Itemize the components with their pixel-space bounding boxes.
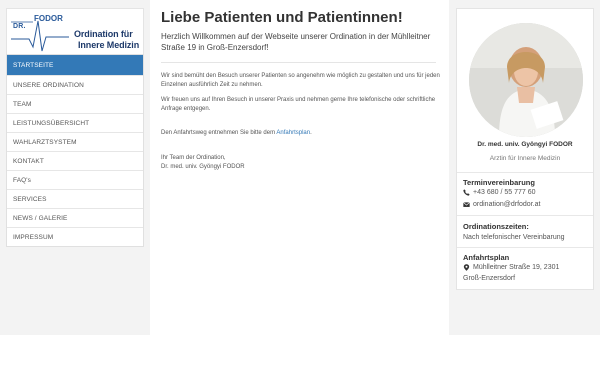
- map-marker-icon: [463, 264, 470, 271]
- address-street: Mühlleitner Straße 19, 2301: [473, 264, 560, 271]
- email-address: ordination@drfodor.at: [473, 201, 541, 208]
- paragraph-3-prefix: Den Anfahrtsweg entnehmen Sie bitte dem: [161, 130, 277, 136]
- logo-fodor: FODOR: [34, 14, 63, 23]
- sidebar-divider: [457, 215, 593, 216]
- paragraph-1: Wir sind bemüht den Besuch unserer Patie…: [161, 73, 440, 88]
- logo-dr: DR.: [13, 23, 26, 30]
- map-heading: Anfahrtsplan: [463, 253, 510, 262]
- hours-text: Nach telefonischer Vereinbarung: [463, 234, 565, 241]
- appointment-heading: Terminvereinbarung: [463, 178, 535, 187]
- nav-item-impressum[interactable]: IMPRESSUM: [7, 227, 143, 246]
- address-line-1[interactable]: Mühlleitner Straße 19, 2301: [463, 264, 559, 271]
- phone-line[interactable]: +43 680 / 55 777 60: [463, 189, 535, 196]
- logo[interactable]: DR. FODOR Ordination für Innere Medizin: [6, 8, 144, 54]
- page-title: Liebe Patienten und Patientinnen!: [161, 9, 403, 26]
- sidebar-divider: [457, 247, 593, 248]
- doctor-name: Dr. med. univ. Gyöngyi FODOR: [477, 141, 573, 148]
- phone-number: +43 680 / 55 777 60: [473, 189, 536, 196]
- divider: [161, 62, 436, 63]
- phone-icon: [463, 189, 470, 196]
- nav-item-unsere-ordination[interactable]: UNSERE ORDINATION: [7, 75, 143, 94]
- nav-item-news-galerie[interactable]: NEWS / GALERIE: [7, 208, 143, 227]
- nav-item-wahlarztsystem[interactable]: WAHLARZTSYSTEM: [7, 132, 143, 151]
- doctor-role: Arztin für Innere Medizin: [489, 155, 561, 162]
- nav-item-services[interactable]: SERVICES: [7, 189, 143, 208]
- signature: Ihr Team der Ordination, Dr. med. univ. …: [161, 154, 245, 172]
- email-line[interactable]: ordination@drfodor.at: [463, 201, 540, 208]
- left-sidebar: DR. FODOR Ordination für Innere Medizin …: [6, 8, 144, 247]
- hours-heading: Ordinationszeiten:: [463, 222, 529, 231]
- intro-text: Herzlich Willkommen auf der Webseite uns…: [161, 32, 431, 52]
- paragraph-3: Den Anfahrtsweg entnehmen Sie bitte dem …: [161, 129, 443, 138]
- signature-line-2: Dr. med. univ. Gyöngyi FODOR: [161, 164, 245, 170]
- logo-line1: Ordination für: [74, 29, 133, 39]
- address-line-2: Groß-Enzersdorf: [463, 275, 516, 282]
- doctor-photo: [469, 23, 583, 137]
- logo-line2: Innere Medizin: [78, 40, 140, 50]
- nav-item-kontakt[interactable]: KONTAKT: [7, 151, 143, 170]
- main-content: Liebe Patienten und Patientinnen! Herzli…: [150, 0, 449, 335]
- signature-line-1: Ihr Team der Ordination,: [161, 155, 226, 161]
- anfahrtsplan-link[interactable]: Anfahrtsplan: [276, 130, 310, 136]
- paragraph-3-suffix: .: [310, 130, 312, 136]
- envelope-icon: [463, 202, 470, 207]
- sidebar-divider: [457, 172, 593, 173]
- right-sidebar: Dr. med. univ. Gyöngyi FODOR Arztin für …: [456, 8, 594, 290]
- nav-item-team[interactable]: TEAM: [7, 94, 143, 113]
- nav-item-startseite[interactable]: STARTSEITE: [7, 55, 143, 75]
- nav-item-faqs[interactable]: FAQ's: [7, 170, 143, 189]
- main-nav: STARTSEITE UNSERE ORDINATION TEAM LEISTU…: [6, 54, 144, 247]
- doctor-portrait-image: [469, 23, 583, 137]
- paragraph-2: Wir freuen uns auf Ihren Besuch in unser…: [161, 97, 436, 112]
- nav-item-leistungsuebersicht[interactable]: LEISTUNGSÜBERSICHT: [7, 113, 143, 132]
